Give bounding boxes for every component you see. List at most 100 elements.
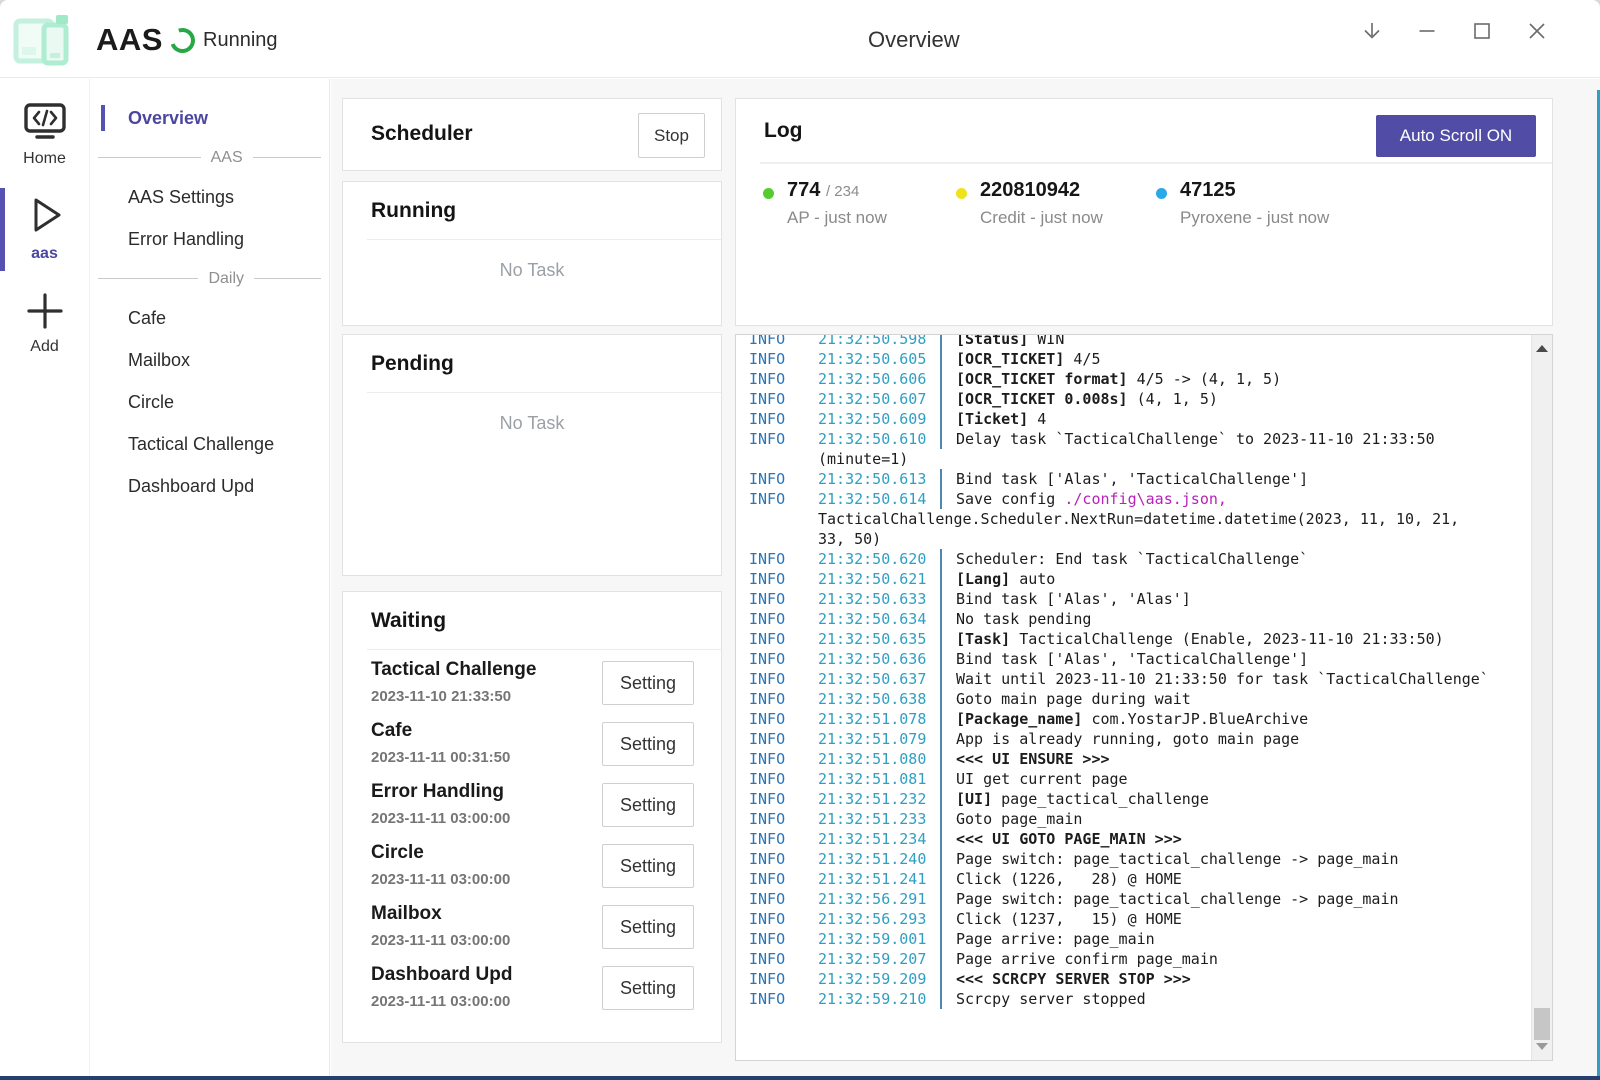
task-setting-button[interactable]: Setting (602, 844, 694, 888)
log-line: INFO21:32:50.607[OCR_TICKET 0.008s] (4, … (736, 389, 1552, 409)
log-message: Bind task ['Alas', 'TacticalChallenge'] (940, 469, 1552, 489)
log-message: No task pending (940, 609, 1552, 629)
log-message: Goto main page during wait (940, 689, 1552, 709)
divider-line (98, 278, 198, 279)
log-line: (minute=1) (736, 449, 1552, 469)
minimize-icon (1415, 19, 1439, 43)
log-timestamp: 21:32:50.621 (818, 569, 940, 589)
log-level: INFO (736, 589, 818, 609)
log-line: INFO21:32:50.606[OCR_TICKET format] 4/5 … (736, 369, 1552, 389)
minimize-button[interactable] (1405, 10, 1449, 52)
log-timestamp: 21:32:59.207 (818, 949, 940, 969)
log-timestamp: 21:32:51.241 (818, 869, 940, 889)
log-line: INFO21:32:59.001Page arrive: page_main (736, 929, 1552, 949)
log-message: App is already running, goto main page (940, 729, 1552, 749)
log-timestamp: 21:32:50.634 (818, 609, 940, 629)
log-level: INFO (736, 889, 818, 909)
download-arrow-icon (1360, 19, 1384, 43)
nav-item-overview[interactable]: Overview (91, 97, 329, 139)
log-message: Page arrive confirm page_main (940, 949, 1552, 969)
log-message: Page switch: page_tactical_challenge -> … (940, 849, 1552, 869)
nav-item-tactical-challenge[interactable]: Tactical Challenge (91, 423, 329, 465)
scheduler-stop-button[interactable]: Stop (638, 113, 705, 158)
nav-item-cafe[interactable]: Cafe (91, 297, 329, 339)
nav-item-error-handling[interactable]: Error Handling (91, 218, 329, 260)
log-level: INFO (736, 909, 818, 929)
task-setting-button[interactable]: Setting (602, 661, 694, 705)
waiting-task-row: Error Handling2023-11-11 03:00:00Setting (343, 776, 721, 837)
log-level: INFO (736, 334, 818, 349)
divider (367, 649, 721, 650)
log-timestamp: 21:32:51.078 (818, 709, 940, 729)
log-level: INFO (736, 369, 818, 389)
stat-dot-icon (956, 188, 967, 199)
log-timestamp: 21:32:59.210 (818, 989, 940, 1009)
log-line: INFO21:32:51.079App is already running, … (736, 729, 1552, 749)
scrollbar-thumb[interactable] (1534, 1008, 1550, 1040)
task-setting-button[interactable]: Setting (602, 966, 694, 1010)
log-message: 33, 50) (818, 529, 1552, 549)
log-scrollbar[interactable] (1531, 335, 1552, 1060)
scrollbar-down-arrow-icon[interactable] (1536, 1043, 1548, 1050)
log-timestamp: 21:32:51.080 (818, 749, 940, 769)
log-level: INFO (736, 389, 818, 409)
rail-item-aas[interactable]: aas (0, 186, 89, 271)
log-message: Save config ./config\aas.json, (940, 489, 1552, 509)
log-timestamp: 21:32:51.079 (818, 729, 940, 749)
log-level: INFO (736, 549, 818, 569)
running-card: Running No Task (342, 181, 722, 326)
plus-icon (22, 291, 68, 331)
resource-stat: 47125Pyroxene - just now (1156, 179, 1329, 228)
download-update-button[interactable] (1350, 10, 1394, 52)
nav-section-label: Daily (198, 270, 254, 288)
log-timestamp: 21:32:50.635 (818, 629, 940, 649)
stat-total: / 234 (826, 183, 859, 200)
app-window: AAS Running Overview Home (0, 0, 1600, 1080)
stat-value: 774 / 234 (763, 179, 887, 202)
stat-dot-icon (1156, 188, 1167, 199)
auto-scroll-toggle-button[interactable]: Auto Scroll ON (1376, 115, 1536, 157)
log-message: Bind task ['Alas', 'TacticalChallenge'] (940, 649, 1552, 669)
log-timestamp: 21:32:50.614 (818, 489, 940, 509)
task-setting-button[interactable]: Setting (602, 722, 694, 766)
stat-label: Pyroxene - just now (1156, 208, 1329, 228)
main-content: Scheduler Stop Running No Task Pending N… (331, 79, 1600, 1076)
resource-stats: 774 / 234AP - just now220810942Credit - … (736, 179, 1552, 239)
nav-item-circle[interactable]: Circle (91, 381, 329, 423)
log-timestamp: 21:32:51.234 (818, 829, 940, 849)
log-level: INFO (736, 349, 818, 369)
log-message: [Status] WIN (940, 334, 1552, 349)
divider-line (98, 157, 201, 158)
close-button[interactable] (1515, 10, 1559, 52)
log-timestamp: 21:32:51.240 (818, 849, 940, 869)
log-message: [Lang] auto (940, 569, 1552, 589)
rail-item-label: Home (0, 150, 89, 168)
log-line: INFO21:32:50.605[OCR_TICKET] 4/5 (736, 349, 1552, 369)
log-message: Click (1226, 28) @ HOME (940, 869, 1552, 889)
scrollbar-up-arrow-icon[interactable] (1536, 345, 1548, 352)
log-message: <<< UI GOTO PAGE_MAIN >>> (940, 829, 1552, 849)
divider (367, 392, 721, 393)
log-message: Scheduler: End task `TacticalChallenge` (940, 549, 1552, 569)
log-output-panel[interactable]: INFO21:32:50.598[Status] WININFO21:32:50… (735, 334, 1553, 1061)
waiting-task-row: Circle2023-11-11 03:00:00Setting (343, 837, 721, 898)
nav-item-mailbox[interactable]: Mailbox (91, 339, 329, 381)
task-setting-button[interactable]: Setting (602, 783, 694, 827)
log-line: INFO21:32:50.620Scheduler: End task `Tac… (736, 549, 1552, 569)
resource-stat: 774 / 234AP - just now (763, 179, 887, 228)
log-line: INFO21:32:50.633Bind task ['Alas', 'Alas… (736, 589, 1552, 609)
task-setting-button[interactable]: Setting (602, 905, 694, 949)
log-message: [OCR_TICKET format] 4/5 -> (4, 1, 5) (940, 369, 1552, 389)
log-timestamp: 21:32:51.081 (818, 769, 940, 789)
maximize-button[interactable] (1460, 10, 1504, 52)
log-lines: INFO21:32:50.598[Status] WININFO21:32:50… (736, 334, 1552, 1009)
log-message: (minute=1) (818, 449, 1552, 469)
log-level: INFO (736, 789, 818, 809)
rail-item-add[interactable]: Add (0, 285, 89, 356)
nav-item-aas-settings[interactable]: AAS Settings (91, 176, 329, 218)
log-timestamp: 21:32:56.291 (818, 889, 940, 909)
nav-item-dashboard-upd[interactable]: Dashboard Upd (91, 465, 329, 507)
log-timestamp: 21:32:51.233 (818, 809, 940, 829)
log-timestamp: 21:32:50.613 (818, 469, 940, 489)
rail-item-home[interactable]: Home (0, 95, 89, 168)
